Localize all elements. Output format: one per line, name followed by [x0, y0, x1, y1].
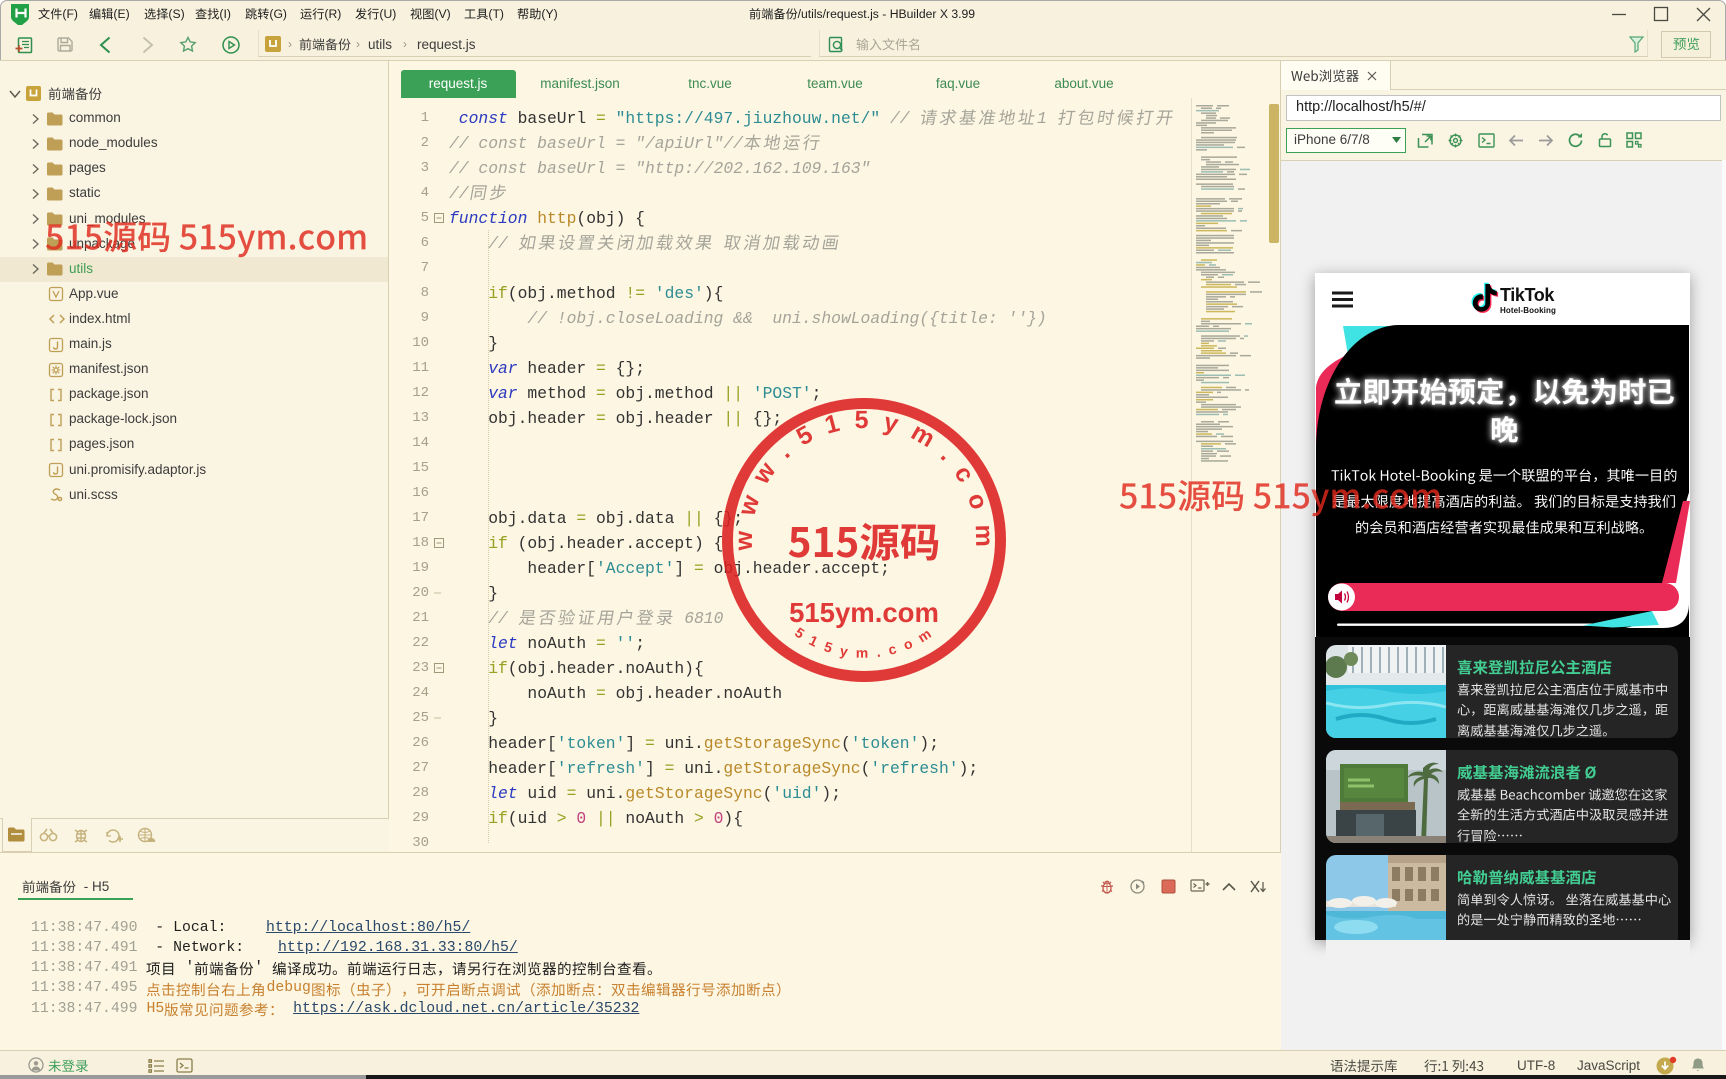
- svg-text:w w w . 5 1 5 y m . c o m: w w w . 5 1 5 y m . c o m: [730, 406, 998, 552]
- svg-text:515ym.com: 515ym.com: [789, 597, 939, 628]
- svg-text:5 1 5 y m . c o m: 5 1 5 y m . c o m: [792, 624, 936, 661]
